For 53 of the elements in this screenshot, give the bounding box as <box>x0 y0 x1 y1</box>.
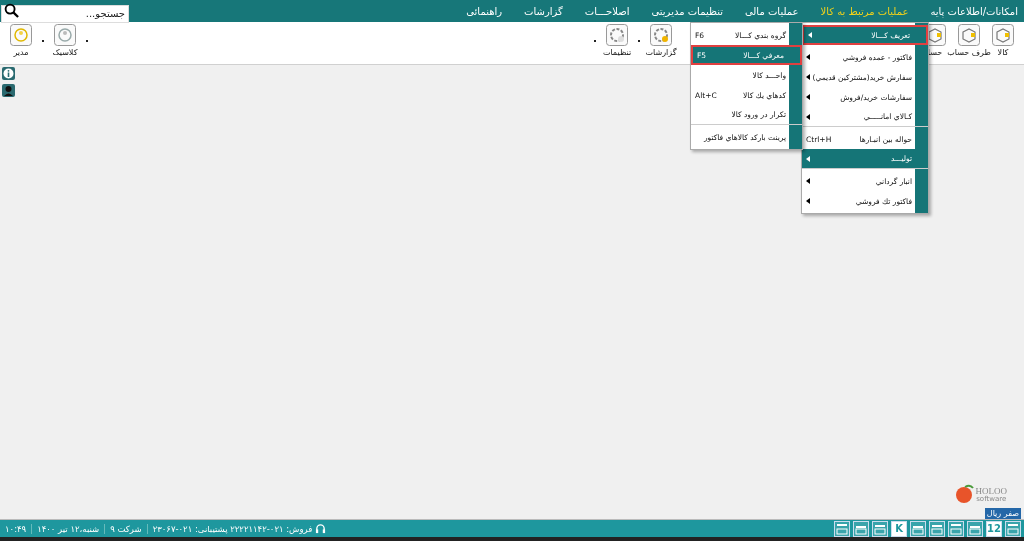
menu-item[interactable]: عملیات مالی <box>744 5 799 17</box>
submenu-arrow-icon <box>806 74 810 80</box>
status-icon[interactable] <box>910 520 926 537</box>
submenu-arrow-icon <box>806 155 810 162</box>
toolbar-icon[interactable] <box>606 24 628 46</box>
menu-item[interactable]: راهنمائی <box>466 5 503 17</box>
status-icon[interactable] <box>853 520 869 537</box>
status-button[interactable]: K <box>891 520 907 537</box>
contact-text: فروش: ۰۲۱-۲۲۲۲۱۱۴۲ پشتیبانی: ۰۲۱-۲۳۰۶۷ <box>152 523 313 534</box>
clock-text: ۱۰:۴۹ <box>0 523 33 534</box>
menu-item[interactable]: عملیات مرتبط به کالا <box>820 5 909 17</box>
toolbar-label[interactable]: کالا <box>997 48 1009 57</box>
submenu-arrow-icon <box>806 178 810 184</box>
toolbar-label[interactable]: طرف حساب <box>947 48 991 57</box>
submenu-arrow-icon <box>806 113 810 120</box>
menu-item[interactable]: اصلاحـــات <box>584 5 630 17</box>
toolbar-label[interactable]: مدیر <box>13 48 29 57</box>
search-field[interactable]: جستجو... <box>1 4 129 23</box>
status-icon[interactable] <box>929 520 945 537</box>
status-icon[interactable] <box>1005 520 1021 537</box>
user-icon[interactable] <box>2 84 15 97</box>
status-icon[interactable] <box>967 520 983 537</box>
dot-separator <box>638 40 640 42</box>
dot-separator <box>86 40 88 42</box>
toolbar-icon[interactable] <box>992 24 1014 46</box>
info-icon[interactable] <box>2 67 15 80</box>
search-icon[interactable] <box>4 3 19 18</box>
toolbar-label[interactable]: تنظیمات <box>602 48 632 57</box>
toolbar-icon[interactable] <box>54 24 76 46</box>
status-icon[interactable] <box>948 520 964 537</box>
status-icon[interactable] <box>834 520 850 537</box>
submenu-arrow-icon <box>808 32 812 38</box>
menu-item[interactable]: تنظیمات مدیریتی <box>651 5 723 17</box>
toolbar-icon[interactable] <box>10 24 32 46</box>
dot-separator <box>594 40 596 42</box>
headset-icon <box>315 523 327 534</box>
toolbar-label[interactable]: کلاسیک <box>52 48 78 57</box>
toolbar-label[interactable]: گزارشات <box>645 48 677 57</box>
submenu-arrow-icon <box>806 94 810 100</box>
menu-item[interactable]: امکانات/اطلاعات پایه <box>930 5 1018 17</box>
status-button[interactable]: 12 <box>986 520 1002 537</box>
menu-item[interactable]: گزارشات <box>524 5 563 17</box>
dot-separator <box>42 40 44 42</box>
toolbar-icon[interactable] <box>958 24 980 46</box>
toolbar-label[interactable]: حسا <box>927 48 943 57</box>
peach-icon <box>954 484 975 504</box>
date-text: شنبه،۱۲ تیر ۱۴۰۰ <box>32 523 106 534</box>
submenu-arrow-icon <box>806 198 810 204</box>
status-icon[interactable] <box>872 520 888 537</box>
company-text: شرکت ۹ <box>105 523 148 534</box>
toolbar-icon[interactable] <box>650 24 672 46</box>
submenu-arrow-icon <box>806 54 810 60</box>
balance-label: صفر ریال <box>984 508 1021 519</box>
